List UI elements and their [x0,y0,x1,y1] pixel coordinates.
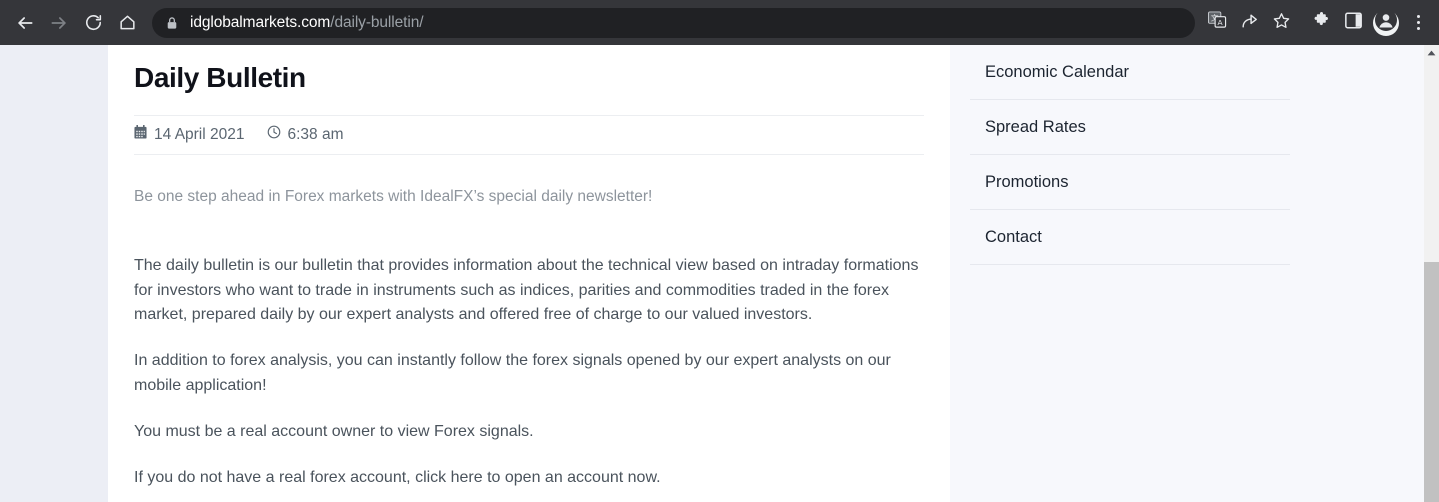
address-bar[interactable]: idglobalmarkets.com/daily-bulletin/ [152,7,1195,38]
clock-icon [267,125,281,144]
avatar-icon [1375,9,1397,36]
share-icon [1240,11,1259,35]
toolbar-actions: 文 A [1201,7,1439,39]
meta-time-label: 6:38 am [287,125,344,143]
page-scrollbar[interactable] [1424,45,1439,502]
bookmark-button[interactable] [1265,7,1297,39]
sidebar-item-label: Economic Calendar [985,62,1129,81]
sidebar-menu: Economic Calendar Spread Rates Promotion… [970,45,1290,265]
sidebar-item-label: Promotions [985,172,1069,191]
reload-icon [84,13,103,32]
article-paragraph: You must be a real account owner to view… [134,422,534,440]
article-card: Daily Bulletin 14 April 2021 6:38 am Be … [108,45,950,502]
article-intro: Be one step ahead in Forex markets with … [134,187,653,205]
side-panel-button[interactable] [1337,7,1369,39]
arrow-left-icon [15,13,35,33]
scroll-up-arrow-icon[interactable] [1424,45,1439,60]
three-dot-menu-icon [1416,14,1420,32]
sidebar-item-spread-rates[interactable]: Spread Rates [970,100,1290,155]
translate-button[interactable]: 文 A [1201,7,1233,39]
article-body: The daily bulletin is our bulletin that … [134,254,924,491]
sidebar-item-label: Spread Rates [985,117,1086,136]
meta-date-label: 14 April 2021 [154,125,245,143]
sidebar-item-contact[interactable]: Contact [970,210,1290,265]
page-title: Daily Bulletin [134,62,306,93]
translate-icon: 文 A [1207,11,1227,34]
article-paragraph: If you do not have a real forex account,… [134,468,661,486]
profile-button[interactable] [1373,9,1399,36]
back-button[interactable] [8,6,42,40]
url-path: /daily-bulletin/ [330,13,424,31]
sidebar-item-economic-calendar[interactable]: Economic Calendar [970,45,1290,100]
url-text: idglobalmarkets.com/daily-bulletin/ [190,13,424,32]
arrow-right-icon [49,13,69,33]
article-meta: 14 April 2021 6:38 am [134,114,924,155]
article-paragraph: In addition to forex analysis, you can i… [134,352,891,395]
right-sidebar: Economic Calendar Spread Rates Promotion… [950,45,1424,502]
page-viewport: Daily Bulletin 14 April 2021 6:38 am Be … [0,45,1424,502]
meta-time: 6:38 am [267,125,344,144]
sidebar-item-promotions[interactable]: Promotions [970,155,1290,210]
side-panel-icon [1344,12,1362,34]
star-icon [1272,11,1291,35]
extensions-button[interactable] [1305,7,1337,39]
lock-icon[interactable] [166,16,178,30]
calendar-icon [134,125,147,144]
puzzle-icon [1312,11,1331,35]
scrollbar-thumb[interactable] [1424,262,1439,502]
url-host: idglobalmarkets.com [190,13,331,31]
reload-button[interactable] [76,6,110,40]
browser-toolbar: idglobalmarkets.com/daily-bulletin/ 文 A [0,0,1439,45]
share-button[interactable] [1233,7,1265,39]
browser-menu-button[interactable] [1403,7,1433,39]
article-paragraph: The daily bulletin is our bulletin that … [134,256,919,324]
sidebar-item-label: Contact [985,227,1042,246]
meta-date: 14 April 2021 [134,125,245,144]
home-icon [118,13,137,32]
home-button[interactable] [110,6,144,40]
forward-button[interactable] [42,6,76,40]
